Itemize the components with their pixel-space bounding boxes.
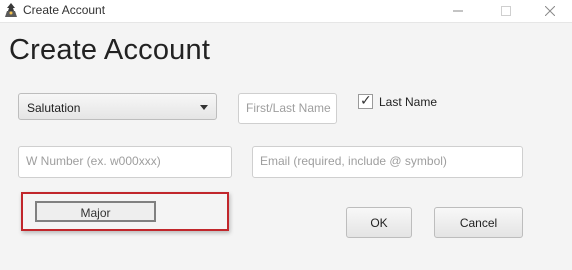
minimize-icon[interactable] (438, 0, 478, 22)
maximize-icon[interactable] (486, 0, 526, 22)
name-input[interactable]: First/Last Name (238, 93, 337, 124)
name-placeholder: First/Last Name (246, 101, 331, 115)
title-bar: Create Account (0, 0, 572, 23)
page-title: Create Account (9, 34, 211, 66)
salutation-dropdown[interactable]: Salutation (18, 93, 217, 120)
w-number-input[interactable]: W Number (ex. w000xxx) (18, 146, 232, 178)
checkmark-icon: ✓ (360, 92, 372, 108)
close-icon[interactable] (530, 0, 570, 22)
w-number-placeholder: W Number (ex. w000xxx) (26, 154, 161, 168)
chevron-down-icon (200, 105, 208, 110)
email-placeholder: Email (required, include @ symbol) (260, 154, 447, 168)
ok-label: OK (370, 216, 388, 230)
cancel-label: Cancel (459, 216, 498, 230)
email-input[interactable]: Email (required, include @ symbol) (252, 146, 523, 178)
last-name-label: Last Name (379, 95, 438, 109)
major-label: Major (80, 206, 111, 220)
ok-button[interactable]: OK (346, 207, 412, 238)
salutation-selected: Salutation (27, 101, 81, 115)
last-name-checkbox[interactable]: ✓ (358, 92, 373, 109)
major-button[interactable]: Major (35, 201, 156, 222)
cancel-button[interactable]: Cancel (434, 207, 523, 238)
app-icon (3, 2, 19, 18)
window-title: Create Account (23, 3, 106, 17)
